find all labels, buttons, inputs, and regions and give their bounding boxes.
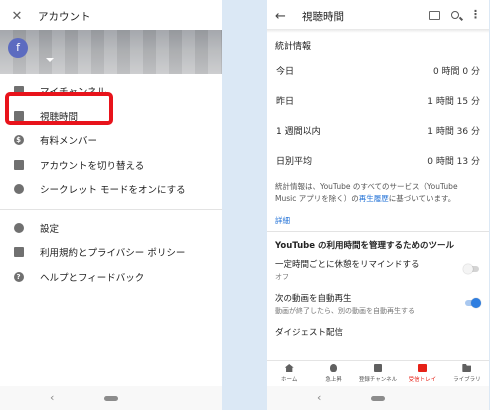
close-icon[interactable]: ✕ xyxy=(10,9,24,24)
toggle-label: 一定時間ごとに休憩をリマインドする xyxy=(275,260,420,270)
digest-row[interactable]: ダイジェスト配信 xyxy=(267,322,489,338)
tab-label: ホーム xyxy=(281,377,298,383)
bottom-tab-bar: ホーム 急上昇 登録チャンネル 受信トレイ ライブラリ xyxy=(267,360,489,386)
stat-label: 1 週間以内 xyxy=(276,126,321,137)
toggle-label: 次の動画を自動再生 xyxy=(275,294,352,304)
stats-note-text-end: に基づいています。 xyxy=(388,194,456,203)
stat-value: 1 時間 15 分 xyxy=(427,96,480,107)
inbox-icon xyxy=(417,364,427,372)
details-link[interactable]: 詳細 xyxy=(267,205,489,231)
library-icon xyxy=(462,364,472,372)
avatar[interactable]: f xyxy=(8,38,28,58)
back-arrow-icon[interactable]: ← xyxy=(275,9,289,24)
incognito-icon xyxy=(13,184,24,195)
cast-icon[interactable] xyxy=(429,10,440,20)
menu-item-terms-privacy[interactable]: 利用規約とプライバシー ポリシー xyxy=(0,240,222,265)
menu-item-help-feedback[interactable]: ? ヘルプとフィードバック xyxy=(0,265,222,290)
bar-chart-icon xyxy=(13,110,24,121)
stat-row-yesterday: 昨日 1 時間 15 分 xyxy=(267,85,489,115)
nav-back-icon[interactable]: ‹ xyxy=(50,391,54,404)
stat-value: 1 時間 36 分 xyxy=(427,126,480,137)
lock-icon xyxy=(13,247,24,258)
history-link[interactable]: 再生履歴 xyxy=(359,194,389,203)
menu-item-label: 利用規約とプライバシー ポリシー xyxy=(40,248,186,260)
menu-item-watch-time[interactable]: 視聴時間 xyxy=(0,104,222,129)
break-reminder-toggle[interactable] xyxy=(463,264,479,274)
stat-label: 今日 xyxy=(276,66,295,77)
dollar-circle-icon: $ xyxy=(13,135,24,146)
autoplay-toggle[interactable] xyxy=(465,298,481,308)
menu-item-label: アカウントを切り替える xyxy=(40,160,145,172)
menu-item-settings[interactable]: 設定 xyxy=(0,216,222,241)
menu-item-label: シークレット モードをオンにする xyxy=(40,185,186,197)
tab-subscriptions[interactable]: 登録チャンネル xyxy=(356,361,400,386)
stat-row-daily-average: 日別平均 0 時間 13 分 xyxy=(267,145,489,175)
tab-inbox[interactable]: 受信トレイ xyxy=(400,361,444,386)
search-icon[interactable] xyxy=(451,11,459,19)
header-tools: ⋮ xyxy=(429,9,481,20)
divider xyxy=(0,208,222,210)
stat-label: 昨日 xyxy=(276,96,295,107)
stat-row-week: 1 週間以内 1 時間 36 分 xyxy=(267,115,489,145)
break-reminder-row[interactable]: 一定時間ごとに休憩をリマインドする オフ xyxy=(267,254,489,288)
account-menu: マイチャンネル 視聴時間 $ 有料メンバー アカウントを切り替える シークレット… xyxy=(0,79,222,289)
menu-item-label: 視聴時間 xyxy=(40,111,79,123)
menu-item-label: マイチャンネル xyxy=(40,87,107,99)
system-nav-bar: ‹ xyxy=(267,386,489,410)
toggle-sublabel: 動画が終了したら、別の動画を自動再生する xyxy=(275,307,415,315)
toggle-sublabel: オフ xyxy=(275,273,289,281)
menu-item-label: 有料メンバー xyxy=(40,136,98,148)
tools-section-title: YouTube の利用時間を管理するためのツール xyxy=(275,241,454,251)
system-nav-bar: ‹ xyxy=(0,386,222,410)
profile-banner[interactable]: f xyxy=(0,30,222,74)
menu-item-label: ヘルプとフィードバック xyxy=(40,272,145,284)
person-box-icon xyxy=(13,86,24,97)
tab-label: ライブラリ xyxy=(453,377,481,383)
tab-label: 登録チャンネル xyxy=(358,377,398,383)
stat-value: 0 時間 13 分 xyxy=(427,156,480,167)
watch-time-screen: ← 視聴時間 ⋮ 統計情報 今日 0 時間 0 分 昨日 1 時間 15 分 1… xyxy=(267,0,489,410)
home-icon xyxy=(284,364,294,372)
stats-note: 統計情報は、YouTube のすべてのサービス（YouTube Music アプ… xyxy=(267,175,489,205)
account-header: ✕ アカウント xyxy=(0,3,222,29)
watch-time-header: ← 視聴時間 ⋮ xyxy=(267,3,489,29)
help-icon: ? xyxy=(13,271,24,282)
account-title: アカウント xyxy=(38,10,91,23)
switch-account-icon xyxy=(13,159,24,170)
stat-value: 0 時間 0 分 xyxy=(432,66,480,77)
tab-label: 急上昇 xyxy=(325,377,342,383)
trending-icon xyxy=(330,364,338,372)
tab-home[interactable]: ホーム xyxy=(267,361,311,386)
tab-library[interactable]: ライブラリ xyxy=(445,361,489,386)
menu-item-my-channel[interactable]: マイチャンネル xyxy=(0,79,222,104)
account-screen: ✕ アカウント f マイチャンネル 視聴時間 $ 有料メンバー アカウントを切り… xyxy=(0,0,222,410)
menu-item-paid-memberships[interactable]: $ 有料メンバー xyxy=(0,128,222,153)
tab-trending[interactable]: 急上昇 xyxy=(311,361,355,386)
stat-row-today: 今日 0 時間 0 分 xyxy=(267,55,489,85)
nav-home-pill[interactable] xyxy=(371,396,385,401)
nav-home-pill[interactable] xyxy=(104,396,118,401)
menu-item-incognito[interactable]: シークレット モードをオンにする xyxy=(0,177,222,202)
menu-item-label: 設定 xyxy=(40,223,60,235)
chevron-down-icon[interactable] xyxy=(46,58,54,62)
tab-label: 受信トレイ xyxy=(408,377,437,383)
more-options-icon[interactable]: ⋮ xyxy=(470,9,481,20)
menu-item-switch-account[interactable]: アカウントを切り替える xyxy=(0,153,222,178)
stat-label: 日別平均 xyxy=(276,156,313,167)
nav-back-icon[interactable]: ‹ xyxy=(317,391,321,404)
page-title: 視聴時間 xyxy=(302,10,344,23)
stats-section-title: 統計情報 xyxy=(275,42,312,52)
gear-icon xyxy=(13,222,24,233)
subscriptions-icon xyxy=(374,364,383,372)
autoplay-row[interactable]: 次の動画を自動再生 動画が終了したら、別の動画を自動再生する xyxy=(267,288,489,322)
